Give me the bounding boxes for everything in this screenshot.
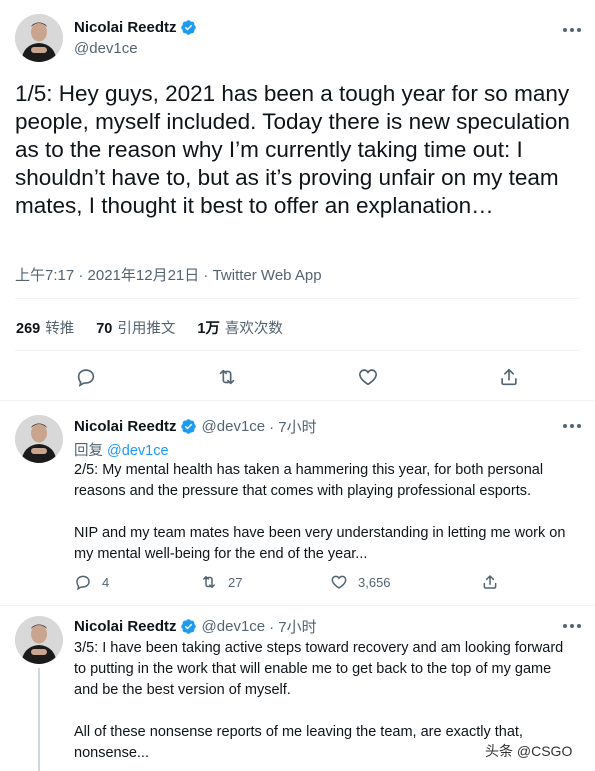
quotes-label: 引用推文 [117, 321, 176, 337]
divider [15, 350, 580, 351]
more-options-icon[interactable] [563, 28, 581, 32]
likes-stat[interactable]: 1万 喜欢次数 [197, 317, 283, 338]
retweet-icon [203, 576, 215, 588]
more-options-icon[interactable] [563, 424, 581, 428]
retweets-stat[interactable]: 269 转推 [16, 317, 74, 338]
divider [15, 298, 580, 299]
reply-time[interactable]: · 7小时 [269, 616, 317, 637]
reply-button[interactable]: 4 [74, 573, 109, 591]
avatar-image [15, 616, 63, 664]
avatar-image [15, 14, 63, 62]
verified-badge-icon [180, 618, 197, 635]
reply-header: Nicolai Reedtz @dev1ce · 7小时 [74, 416, 317, 437]
like-icon [331, 575, 347, 589]
more-options-icon[interactable] [563, 624, 581, 628]
reply-tweet[interactable]: Nicolai Reedtz @dev1ce · 7小时 回复 @dev1ce … [0, 401, 595, 606]
reply-icon [76, 575, 90, 591]
retweets-count: 269 [16, 321, 41, 337]
retweet-button[interactable]: 27 [200, 573, 242, 591]
author-handle[interactable]: @dev1ce [202, 418, 266, 435]
quotes-count: 70 [96, 321, 113, 337]
display-name[interactable]: Nicolai Reedtz [74, 418, 177, 435]
avatar[interactable] [15, 415, 63, 463]
verified-badge-icon [180, 19, 197, 36]
likes-count: 1万 [197, 321, 220, 337]
reply-icon[interactable] [75, 366, 97, 388]
reply-paragraph: 2/5: My mental health has taken a hammer… [74, 462, 544, 499]
reply-to-link[interactable]: @dev1ce [107, 443, 168, 459]
reply-label: 回复 [74, 443, 103, 459]
like-button[interactable]: 3,656 [330, 573, 391, 591]
share-icon [483, 575, 497, 589]
display-name[interactable]: Nicolai Reedtz [74, 618, 177, 635]
reply-paragraph: NIP and my team mates have been very und… [74, 525, 566, 562]
reply-header: Nicolai Reedtz @dev1ce · 7小时 [74, 616, 317, 637]
retweet-icon[interactable] [216, 366, 238, 388]
tweet-stats: 269 转推 70 引用推文 1万 喜欢次数 [16, 317, 305, 338]
replying-to: 回复 @dev1ce [74, 439, 169, 460]
like-icon[interactable] [357, 366, 379, 388]
like-count: 3,656 [358, 574, 391, 590]
reply-time[interactable]: · 7小时 [269, 416, 317, 437]
watermark: 头条 @CSGO [482, 740, 576, 762]
reply-paragraph: 3/5: I have been taking active steps tow… [74, 640, 564, 698]
quotes-stat[interactable]: 70 引用推文 [96, 317, 175, 338]
display-name[interactable]: Nicolai Reedtz [74, 19, 177, 36]
retweet-count: 27 [228, 574, 243, 590]
thread-connector [38, 668, 40, 771]
main-tweet: Nicolai Reedtz @dev1ce 1/5: Hey guys, 20… [0, 0, 595, 401]
author-name-row[interactable]: Nicolai Reedtz [74, 19, 197, 36]
reply-text: 2/5: My mental health has taken a hammer… [74, 460, 579, 565]
avatar-image [15, 415, 63, 463]
reply-count: 4 [102, 574, 110, 590]
avatar[interactable] [15, 14, 63, 62]
share-icon[interactable] [498, 366, 520, 388]
author-handle[interactable]: @dev1ce [202, 618, 266, 635]
verified-badge-icon [180, 418, 197, 435]
share-button[interactable] [481, 573, 509, 591]
avatar[interactable] [15, 616, 63, 664]
author-handle[interactable]: @dev1ce [74, 40, 138, 57]
likes-label: 喜欢次数 [224, 321, 283, 337]
tweet-timestamp[interactable]: 上午7:17 · 2021年12月21日 · Twitter Web App [15, 264, 322, 285]
tweet-text: 1/5: Hey guys, 2021 has been a tough yea… [15, 81, 570, 218]
retweets-label: 转推 [45, 321, 75, 337]
